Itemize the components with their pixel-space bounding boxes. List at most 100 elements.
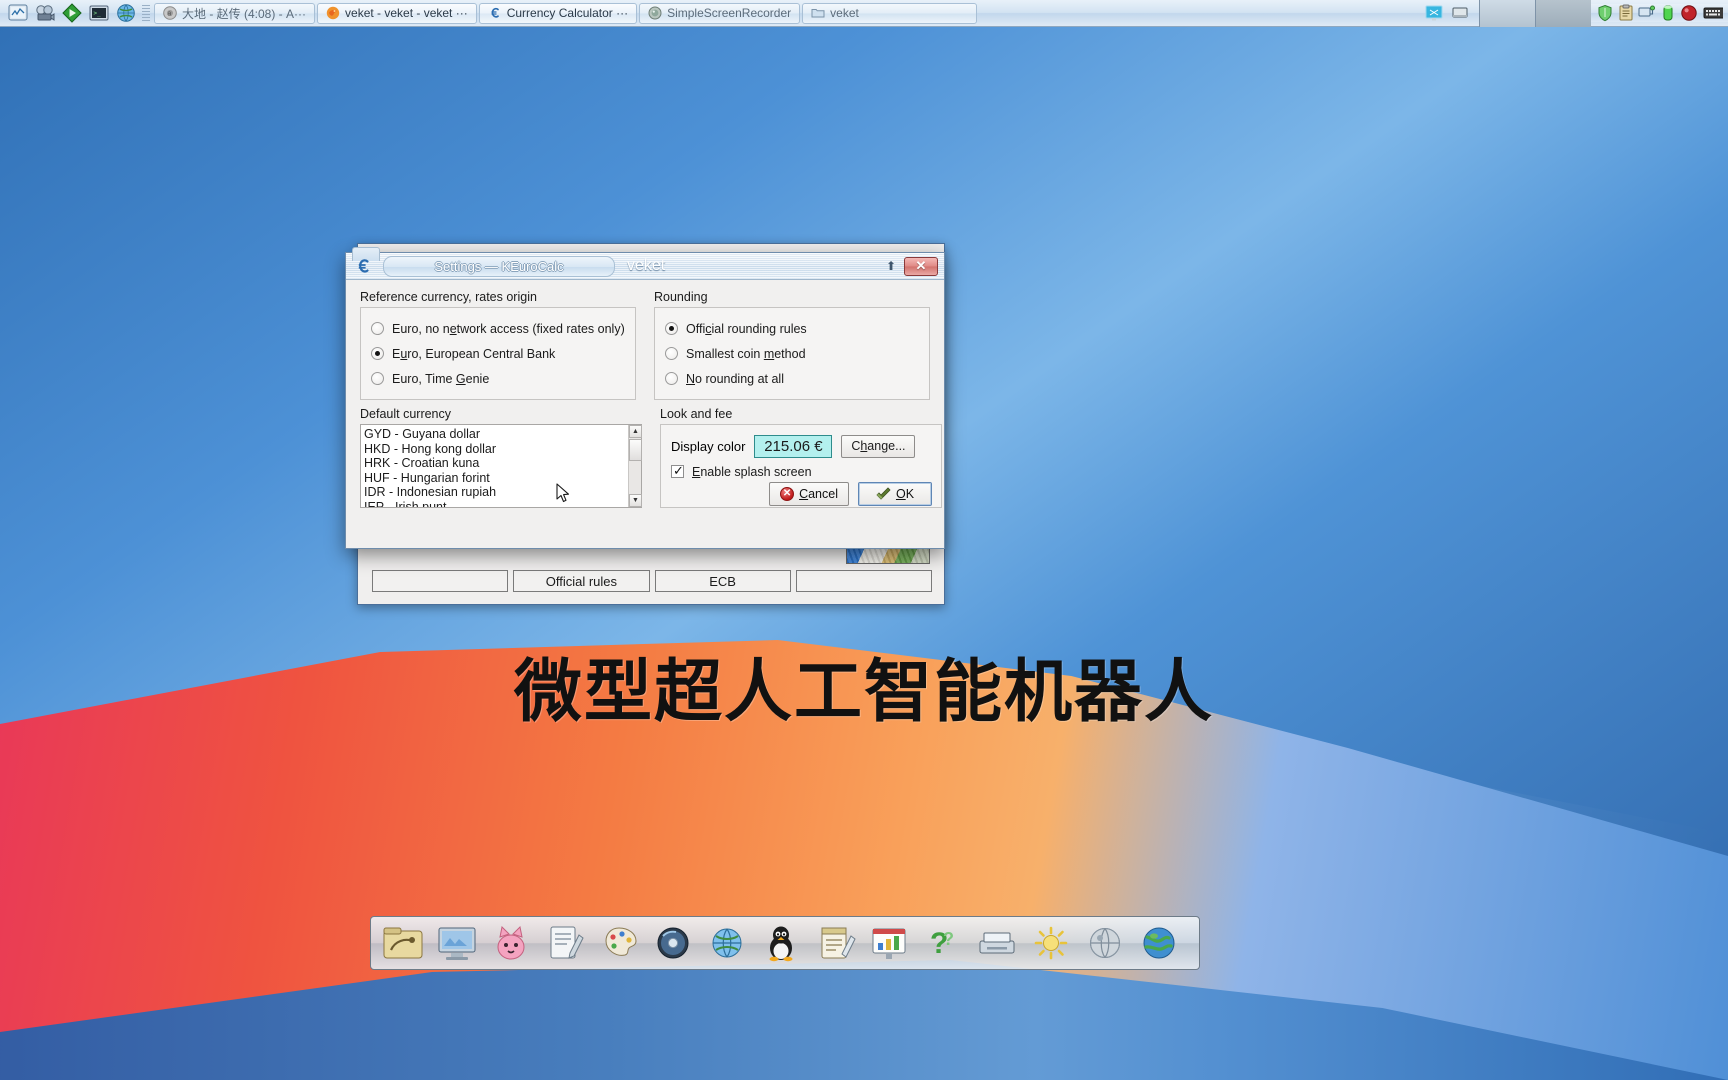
radio-label-post: enie: [465, 371, 490, 386]
cancel-label-post: ancel: [808, 487, 838, 501]
taskbar-task-veket-folder[interactable]: veket: [802, 2, 978, 24]
dialog-top-row: Reference currency, rates origin Euro, n…: [360, 290, 930, 400]
radio-indicator: [665, 322, 678, 335]
screen-blue-icon[interactable]: [1425, 4, 1443, 22]
network-globe-icon[interactable]: [701, 920, 753, 966]
close-icon[interactable]: ✕: [904, 256, 938, 276]
group-title-rounding: Rounding: [654, 290, 708, 304]
settings-dialog[interactable]: Settings — KEuroCalc veket ⬆ ✕ Reference…: [345, 247, 945, 549]
keyboard-icon[interactable]: [1701, 4, 1723, 22]
settings-sun-icon[interactable]: [1025, 920, 1077, 966]
network-share-icon[interactable]: [1638, 4, 1656, 22]
radio-smallest-coin[interactable]: Smallest coin method: [665, 341, 919, 366]
radio-label-accel: G: [455, 371, 466, 386]
terminal-icon[interactable]: >_: [88, 3, 109, 24]
list-item[interactable]: HUF - Hungarian forint: [364, 471, 628, 486]
clipboard-icon[interactable]: [1617, 4, 1635, 22]
taskbar-task-label: veket: [830, 6, 859, 20]
radio-label-accel: e: [449, 321, 457, 336]
radio-no-rounding[interactable]: No rounding at all: [665, 366, 919, 391]
currency-list-scrollbar[interactable]: ▲ ▼: [628, 425, 642, 507]
currency-list-items[interactable]: GYD - Guyana dollar HKD - Hong kong doll…: [361, 425, 628, 507]
radio-indicator: [371, 322, 384, 335]
computer-icon[interactable]: [431, 920, 483, 966]
calc-button-ecb[interactable]: ECB: [654, 570, 791, 592]
radio-euro-ecb[interactable]: Euro, European Central Bank: [371, 341, 625, 366]
workspace-pager-2[interactable]: [1535, 0, 1591, 27]
taskbar-task-audacious[interactable]: a 大地 - 赵传 (4:08) - A···: [154, 2, 316, 24]
shield-icon[interactable]: [1596, 4, 1614, 22]
dialog-titlebar[interactable]: Settings — KEuroCalc veket ⬆ ✕: [346, 247, 944, 280]
cancel-button[interactable]: ✕ Cancel: [769, 482, 849, 506]
svg-text:?: ?: [943, 929, 954, 949]
film-camera-icon[interactable]: [34, 3, 55, 24]
scroll-up-arrow-icon[interactable]: ▲: [629, 425, 642, 438]
calc-button-blank-left[interactable]: [372, 570, 509, 592]
radio-label-pre: Offi: [686, 321, 706, 336]
pink-cat-icon[interactable]: [485, 920, 537, 966]
record-red-icon[interactable]: [1680, 4, 1698, 22]
battery-green-icon[interactable]: [1659, 4, 1677, 22]
scrollbar-thumb[interactable]: [629, 439, 642, 461]
ok-button[interactable]: OK: [858, 482, 932, 506]
ok-label-post: K: [905, 487, 915, 501]
list-item[interactable]: IDR - Indonesian rupiah: [364, 485, 628, 500]
green-play-diamond-icon[interactable]: [61, 3, 82, 24]
dialog-title-text: Settings — KEuroCalc: [434, 258, 564, 274]
taskbar-task-simplescreenrecorder[interactable]: SimpleScreenRecorder: [639, 2, 801, 24]
paint-palette-icon[interactable]: [593, 920, 645, 966]
checkbox-enable-splash[interactable]: Enable splash screen: [671, 459, 931, 484]
change-label-pre: C: [851, 439, 861, 453]
taskbar-grip-handle[interactable]: [142, 5, 150, 21]
taskbar-task-label: veket - veket - veket ···: [345, 6, 468, 20]
calc-button-blank-right[interactable]: [795, 570, 932, 592]
radio-indicator: [371, 347, 384, 360]
currency-calculator-button-row: Official rules ECB: [372, 570, 932, 592]
notes-icon[interactable]: [809, 920, 861, 966]
calc-button-official-rules[interactable]: Official rules: [513, 570, 650, 592]
radio-euro-no-network[interactable]: Euro, no network access (fixed rates onl…: [371, 316, 625, 341]
currency-listbox[interactable]: GYD - Guyana dollar HKD - Hong kong doll…: [360, 424, 642, 508]
cd-burner-icon[interactable]: [647, 920, 699, 966]
help-question-icon[interactable]: ??: [917, 920, 969, 966]
list-item[interactable]: GYD - Guyana dollar: [364, 427, 628, 442]
globe-icon[interactable]: [115, 3, 136, 24]
tux-linux-icon[interactable]: [755, 920, 807, 966]
browser-earth-icon[interactable]: [1133, 920, 1185, 966]
workspace-pager-1[interactable]: [1479, 0, 1535, 27]
check-label-post: nable splash screen: [700, 464, 812, 479]
radio-indicator: [665, 372, 678, 385]
mouse-cursor: [556, 483, 570, 503]
group-default-currency: Default currency GYD - Guyana dollar HKD…: [360, 407, 642, 508]
list-item[interactable]: HKD - Hong kong dollar: [364, 442, 628, 457]
radio-euro-time-genie[interactable]: Euro, Time Genie: [371, 366, 625, 391]
radio-label-pre: Euro, no n: [392, 321, 450, 336]
screen-grey-icon[interactable]: [1447, 4, 1473, 22]
world-globe-icon[interactable]: [1079, 920, 1131, 966]
application-dock: ??: [370, 916, 1200, 970]
pin-up-icon[interactable]: ⬆: [882, 257, 900, 275]
display-color-label: Display color: [671, 438, 746, 454]
radio-label-accel: N: [686, 371, 696, 386]
presentation-icon[interactable]: [863, 920, 915, 966]
radio-label-pre: Smallest coin: [686, 346, 764, 361]
change-color-button[interactable]: Ch ange...: [841, 434, 916, 458]
file-manager-icon[interactable]: [377, 920, 429, 966]
scroll-down-arrow-icon[interactable]: ▼: [629, 494, 642, 507]
change-label-post: ange...: [867, 439, 906, 453]
radio-label-pre: Euro, Time: [392, 371, 456, 386]
checkbox-indicator: [671, 463, 684, 479]
taskbar-task-veket-browser[interactable]: veket - veket - veket ···: [317, 2, 477, 24]
list-item[interactable]: IEP - Irish punt: [364, 500, 628, 507]
taskbar-task-currency-calculator[interactable]: Currency Calculator ···: [478, 2, 638, 24]
text-editor-icon[interactable]: [539, 920, 591, 966]
taskbar-task-label: 大地 - 赵传 (4:08) - A···: [182, 6, 307, 21]
list-item[interactable]: HRK - Croatian kuna: [364, 456, 628, 471]
group-title-reference: Reference currency, rates origin: [360, 290, 537, 304]
taskbar-task-label: SimpleScreenRecorder: [667, 6, 792, 20]
radio-label-post: o rounding at all: [695, 371, 784, 386]
scanner-icon[interactable]: [971, 920, 1023, 966]
radio-official-rounding[interactable]: Official rounding rules: [665, 316, 919, 341]
monitor-chart-icon[interactable]: [7, 3, 28, 24]
display-color-sample: 215.06 €: [754, 434, 833, 458]
